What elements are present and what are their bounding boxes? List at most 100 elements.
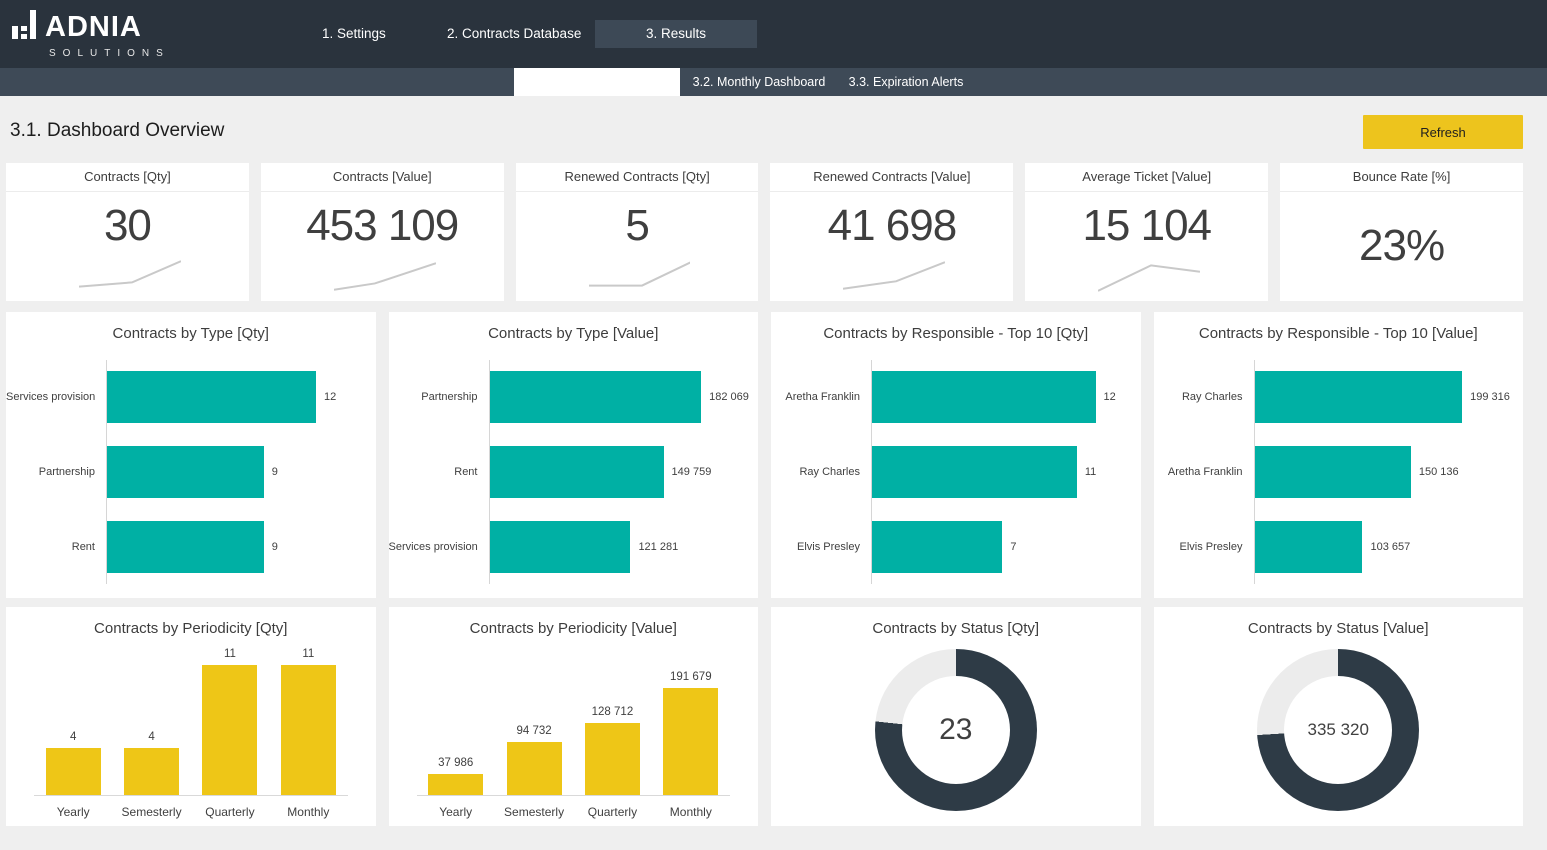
column-plot: 37 98694 732128 712191 679 (417, 644, 731, 796)
bar-plot: Partnership182 069Rent149 759Services pr… (389, 360, 755, 584)
subnav-tab-expiration-alerts[interactable]: 3.3. Expiration Alerts (840, 68, 972, 96)
column-bar (46, 748, 101, 795)
bar-row: Aretha Franklin150 136 (1154, 435, 1520, 510)
donut-center-value: 23 (939, 713, 972, 747)
bar-category-label: Rent (389, 466, 489, 478)
column-value-label: 4 (70, 731, 76, 743)
column-bar (585, 723, 640, 795)
bar (490, 446, 664, 498)
dashboard-content: 3.1. Dashboard Overview Refresh Contract… (6, 96, 1523, 826)
bar (872, 446, 1077, 498)
chart-title: Contracts by Periodicity [Value] (389, 607, 759, 637)
bar-value-label: 12 (324, 391, 336, 403)
column-slot: 128 712 (573, 706, 651, 795)
bar-value-label: 12 (1104, 391, 1116, 403)
column-category-row: YearlySemesterlyQuarterlyMonthly (34, 805, 348, 819)
kpi-value: 23% (1359, 224, 1444, 268)
chart-title: Contracts by Status [Qty] (771, 607, 1141, 637)
kpi-sparkline (79, 259, 181, 293)
kpi-card-bounce-rate: Bounce Rate [%]23% (1280, 163, 1523, 301)
bar-row: Services provision12 (6, 360, 372, 435)
nav-item-results[interactable]: 3. Results (595, 20, 757, 48)
bar-row: Services provision121 281 (389, 509, 755, 584)
chart-contracts-by-status-qty: Contracts by Status [Qty] 23 (771, 607, 1141, 826)
bar-value-label: 149 759 (672, 466, 712, 478)
bar-category-label: Partnership (389, 391, 489, 403)
column-slot: 37 986 (417, 757, 495, 795)
column-bar (124, 748, 179, 795)
kpi-value: 30 (104, 204, 151, 248)
bar-row: Elvis Presley103 657 (1154, 509, 1520, 584)
bar-category-label: Ray Charles (1154, 391, 1254, 403)
kpi-title: Average Ticket [Value] (1025, 163, 1268, 192)
column-slot: 11 (269, 648, 347, 795)
kpi-value: 5 (625, 204, 648, 248)
bar-category-label: Ray Charles (771, 466, 871, 478)
column-value-label: 37 986 (438, 757, 473, 769)
kpi-sparkline (843, 259, 945, 293)
bar-value-label: 199 316 (1470, 391, 1510, 403)
bar-track: 12 (106, 360, 372, 435)
column-value-label: 4 (148, 731, 154, 743)
bar-value-label: 9 (272, 466, 278, 478)
column-category-label: Yearly (417, 805, 495, 819)
bar (490, 371, 702, 423)
column-bar (202, 665, 257, 795)
kpi-title: Renewed Contracts [Value] (770, 163, 1013, 192)
title-row: 3.1. Dashboard Overview Refresh (6, 96, 1523, 163)
donut-ring: 335 320 (1257, 649, 1419, 811)
donut-hole: 335 320 (1284, 676, 1392, 784)
column-category-label: Semesterly (112, 805, 190, 819)
refresh-button[interactable]: Refresh (1363, 115, 1523, 149)
column-slot: 11 (191, 648, 269, 795)
chart-contracts-by-periodicity-qty: Contracts by Periodicity [Qty]441111Year… (6, 607, 376, 826)
subnav-tab-monthly-dashboard[interactable]: 3.2. Monthly Dashboard (680, 68, 838, 96)
column-plot: 4 4 1111 (34, 644, 348, 796)
bar-category-label: Partnership (6, 466, 106, 478)
column-category-label: Monthly (269, 805, 347, 819)
column-value-label: 191 679 (670, 671, 712, 683)
bar-plot: Ray Charles 199 316 Aretha Franklin150 136… (1154, 360, 1520, 584)
bar-row: Partnership 9 (6, 435, 372, 510)
bar-value-label: 9 (272, 541, 278, 553)
chart-contracts-by-periodicity-value: Contracts by Periodicity [Value]37 98694… (389, 607, 759, 826)
subnav-tab-dashboard-overview[interactable]: 3.1. Dashboard Overview (514, 68, 680, 96)
kpi-value: 41 698 (828, 204, 957, 248)
bar (107, 446, 264, 498)
top-navbar: ADNIA SOLUTIONS 1. Settings2. Contracts … (0, 0, 1547, 68)
bar-row: Rent 149 759 (389, 435, 755, 510)
bar-value-label: 121 281 (638, 541, 678, 553)
chart-title: Contracts by Type [Value] (389, 312, 759, 342)
kpi-value: 15 104 (1082, 204, 1211, 248)
column-category-row: YearlySemesterlyQuarterlyMonthly (417, 805, 731, 819)
bar-value-label: 7 (1010, 541, 1016, 553)
chart-contracts-by-responsible-qty: Contracts by Responsible - Top 10 [Qty] A… (771, 312, 1141, 598)
bar-row: Rent 9 (6, 509, 372, 584)
bar-plot: Services provision12 Partnership 9 Rent 9 (6, 360, 372, 584)
column-value-label: 128 712 (592, 706, 634, 718)
column-category-label: Quarterly (191, 805, 269, 819)
column-bar (281, 665, 336, 795)
bar (107, 371, 316, 423)
bar-category-label: Aretha Franklin (771, 391, 871, 403)
bar-track: 121 281 (489, 509, 755, 584)
bar-category-label: Rent (6, 541, 106, 553)
bar-track: 7 (871, 509, 1137, 584)
nav-item-settings[interactable]: 1. Settings (322, 20, 386, 48)
bar-row: Elvis Presley7 (771, 509, 1137, 584)
kpi-title: Renewed Contracts [Qty] (516, 163, 759, 192)
bar (1255, 371, 1463, 423)
bar-row: Ray Charles 199 316 (1154, 360, 1520, 435)
page-title: 3.1. Dashboard Overview (10, 120, 224, 142)
chart-title: Contracts by Responsible - Top 10 [Qty] (771, 312, 1141, 342)
brand-name: ADNIA (45, 13, 142, 42)
donut-ring: 23 (875, 649, 1037, 811)
column-bar (663, 688, 718, 795)
chart-contracts-by-status-value: Contracts by Status [Value]335 320 (1154, 607, 1524, 826)
column-slot: 191 679 (652, 671, 730, 795)
bar (107, 521, 264, 573)
nav-item-contracts-database[interactable]: 2. Contracts Database (447, 20, 581, 48)
bar-value-label: 11 (1085, 466, 1096, 478)
bar-chart-logo-icon (12, 10, 36, 39)
kpi-title: Contracts [Qty] (6, 163, 249, 192)
